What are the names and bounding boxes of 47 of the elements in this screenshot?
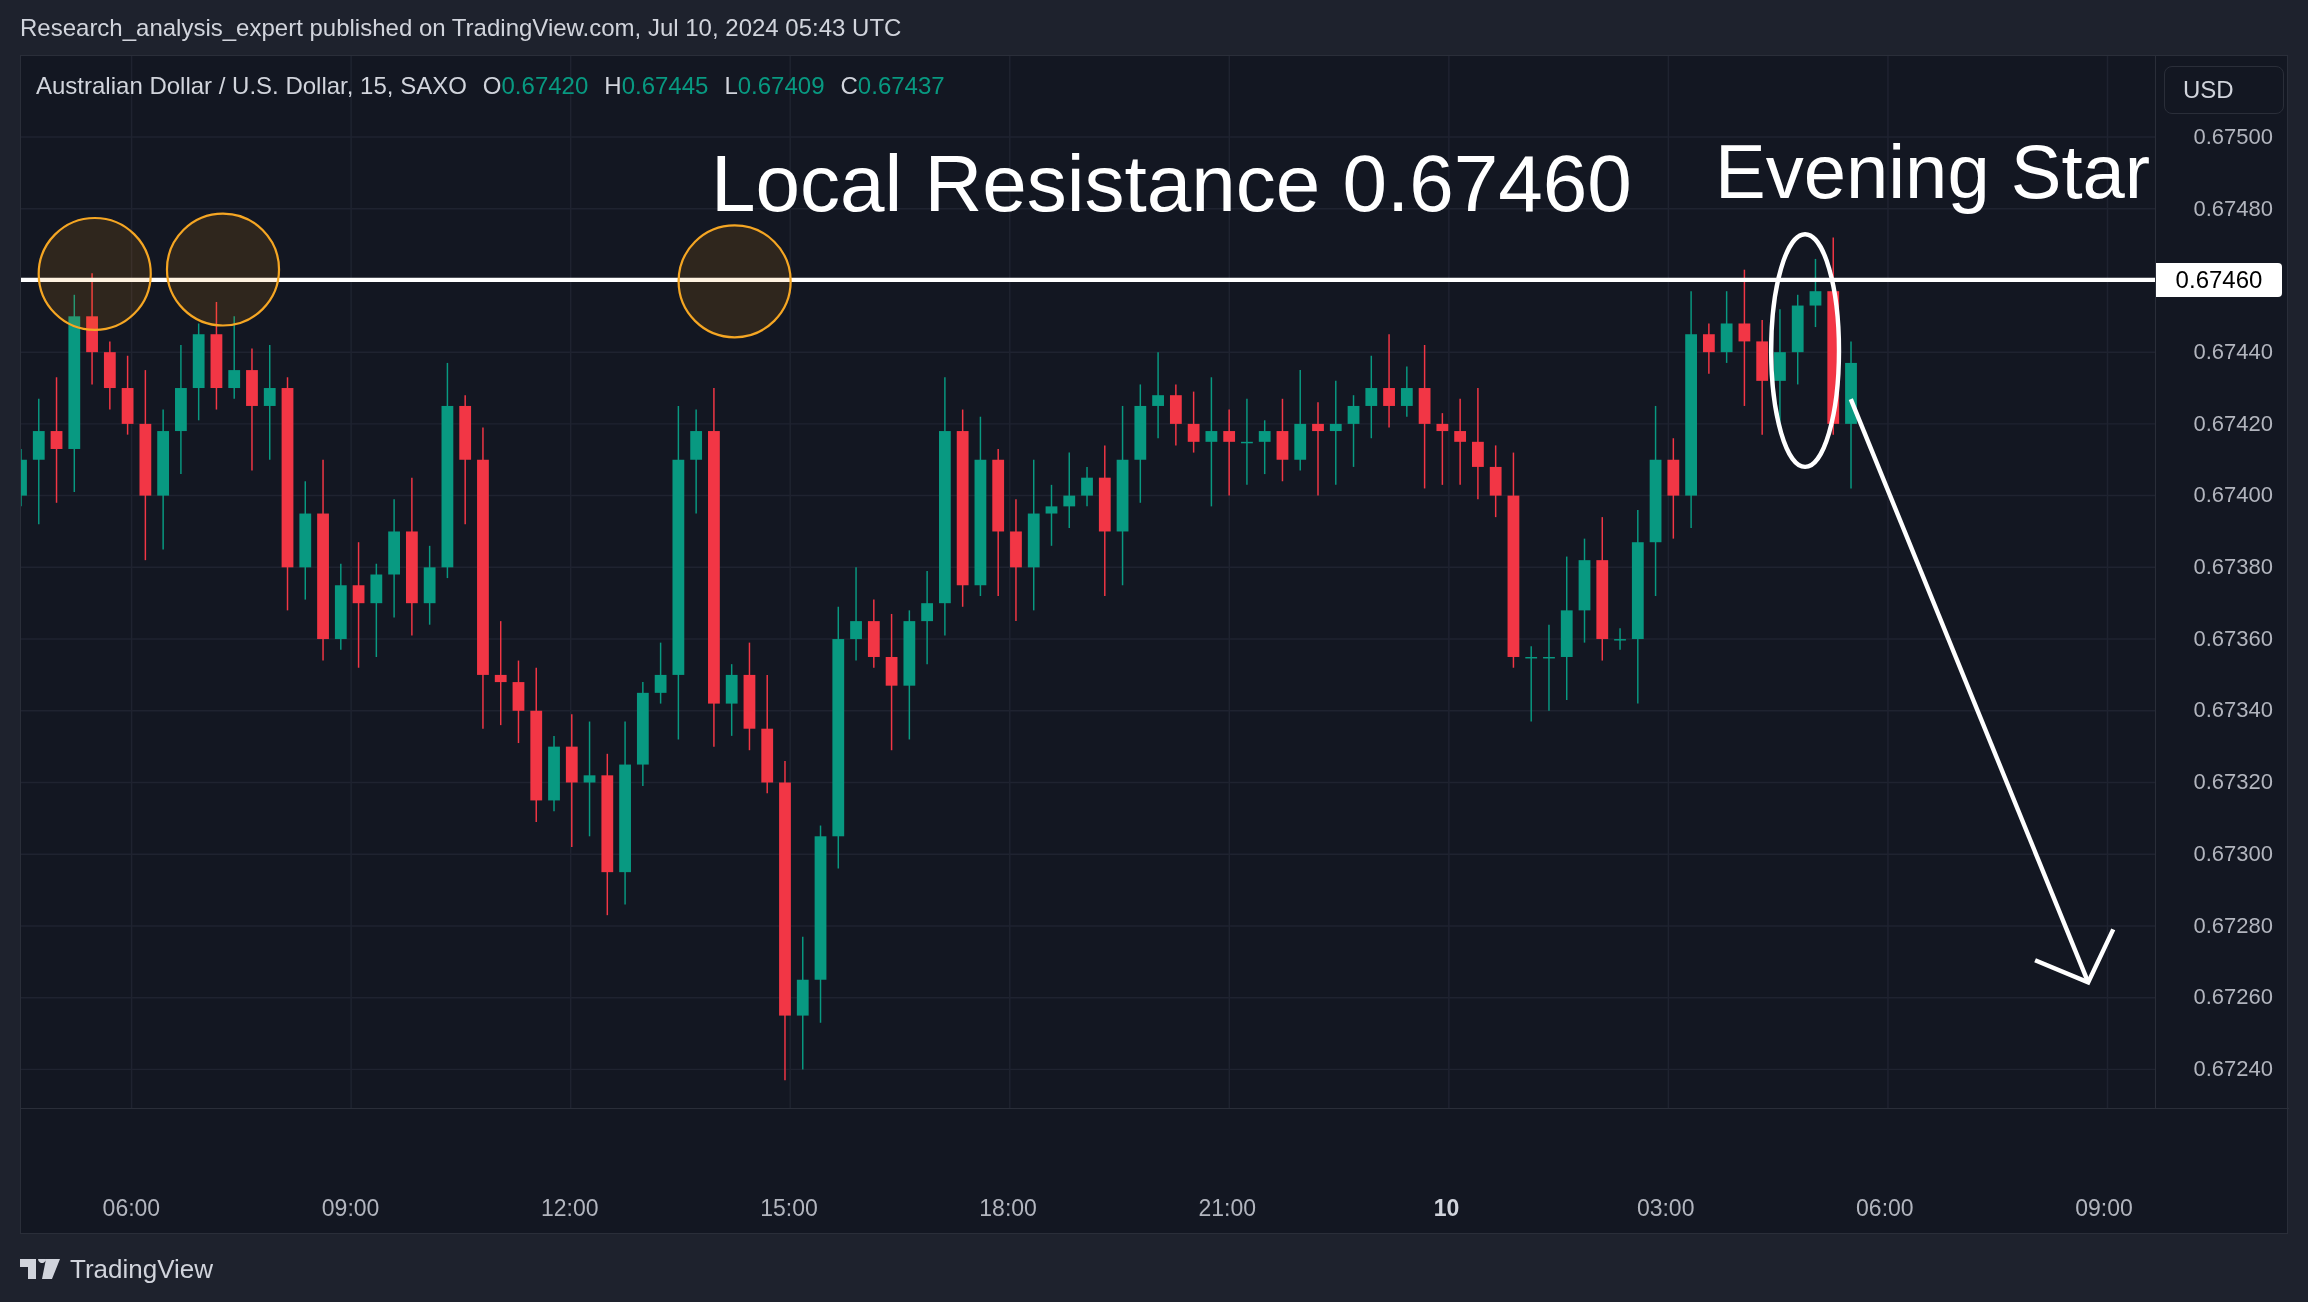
price-label: 0.67340 xyxy=(2193,697,2273,724)
candlestick xyxy=(1187,390,1200,454)
ohlc-value: L0.67409 xyxy=(724,72,825,100)
price-label: 0.67400 xyxy=(2193,482,2273,509)
time-label: 09:00 xyxy=(2075,1194,2133,1222)
price-label: 0.67320 xyxy=(2193,769,2273,796)
price-label: 0.67240 xyxy=(2193,1055,2273,1082)
time-label: 10 xyxy=(1433,1194,1460,1222)
candlestick xyxy=(867,598,880,669)
price-label: 0.67380 xyxy=(2193,554,2273,581)
time-label: 03:00 xyxy=(1636,1194,1695,1222)
time-label: 06:00 xyxy=(1856,1194,1914,1222)
price-label: 0.67480 xyxy=(2193,195,2273,222)
price-label: 0.67420 xyxy=(2193,410,2273,437)
time-label: 15:00 xyxy=(760,1194,818,1222)
candlestick xyxy=(21,448,27,508)
time-label: 18:00 xyxy=(979,1194,1037,1222)
price-label: 0.67360 xyxy=(2193,625,2273,652)
time-label: 12:00 xyxy=(540,1194,599,1222)
logo-icon xyxy=(20,1259,60,1279)
currency-button[interactable]: USD xyxy=(2164,66,2284,114)
price-label: 0.67260 xyxy=(2193,984,2273,1011)
candlestick xyxy=(1258,419,1271,475)
candlestick xyxy=(1400,365,1413,418)
ohlc-value: O0.67420 xyxy=(482,72,589,100)
price-label: 0.67440 xyxy=(2193,339,2273,365)
price-label: 0.67500 xyxy=(2193,123,2273,150)
price-marker: 0.67460 xyxy=(2156,262,2282,297)
price-label: 0.67280 xyxy=(2193,912,2273,939)
candlestick xyxy=(1045,484,1058,547)
price-label: 0.67300 xyxy=(2193,840,2273,867)
brand-name: TradingView xyxy=(70,1253,214,1285)
chart-annotation: Local Resistance 0.67460 xyxy=(711,144,1632,224)
candlestick xyxy=(1614,627,1626,651)
time-label: 06:00 xyxy=(102,1194,161,1222)
candlestick xyxy=(103,340,116,411)
candlestick xyxy=(1703,322,1715,375)
ohlc-value: H0.67445 xyxy=(604,72,709,100)
symbol-title: Australian Dollar / U.S. Dollar, 15, SAXO xyxy=(36,72,467,100)
publish-info: Research_analysis_expert published on TradingView.com, Jul 10, 2024 05:43 UTC xyxy=(20,13,902,42)
candlestick xyxy=(1809,258,1822,328)
time-label: 09:00 xyxy=(321,1194,380,1222)
time-label: 21:00 xyxy=(1198,1194,1257,1222)
candlestick xyxy=(1081,466,1093,508)
candlestick xyxy=(654,641,667,705)
candlestick xyxy=(1169,383,1182,447)
ohlc-value: C0.67437 xyxy=(840,72,945,100)
